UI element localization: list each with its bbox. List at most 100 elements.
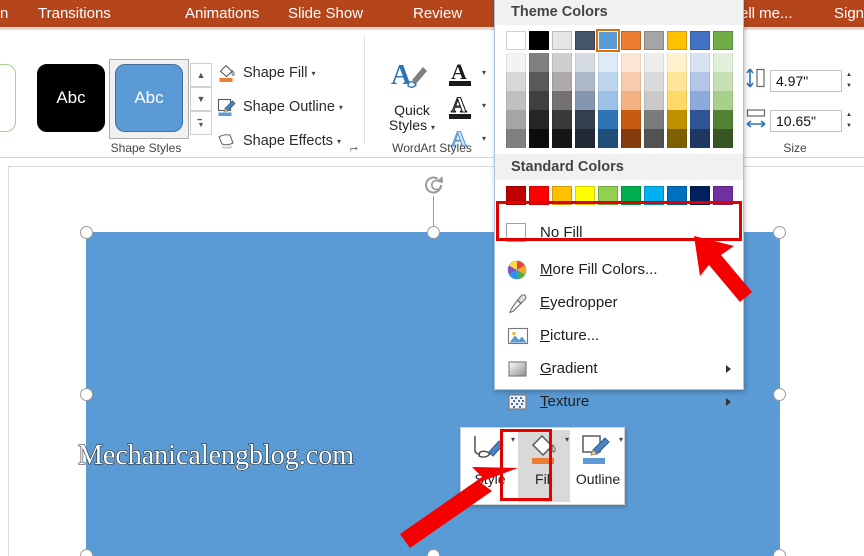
- theme-color-light-gray[interactable]: [552, 31, 572, 50]
- theme-variant-3-2[interactable]: [575, 91, 595, 110]
- chevron-down-icon[interactable]: ▾: [337, 137, 341, 146]
- chevron-down-icon[interactable]: ▾: [339, 103, 343, 112]
- theme-variant-7-4[interactable]: [667, 129, 687, 148]
- resize-handle-bottom-center[interactable]: [427, 549, 440, 556]
- theme-variant-6-1[interactable]: [644, 72, 664, 91]
- theme-variant-0-0[interactable]: [506, 53, 526, 72]
- standard-color-blue[interactable]: [667, 186, 687, 205]
- theme-variant-1-0[interactable]: [529, 53, 549, 72]
- theme-variant-9-2[interactable]: [713, 91, 733, 110]
- shape-style-thumb-1[interactable]: [0, 64, 16, 132]
- gallery-more-button[interactable]: ━ ▼: [190, 111, 212, 135]
- theme-color-white[interactable]: [506, 31, 526, 50]
- standard-color-dark-blue[interactable]: [690, 186, 710, 205]
- chevron-down-icon[interactable]: ▾: [619, 435, 623, 444]
- theme-color-orange[interactable]: [621, 31, 641, 50]
- theme-variant-6-0[interactable]: [644, 53, 664, 72]
- wordart-quick-styles-button[interactable]: A Quick Styles ▾: [382, 58, 442, 142]
- theme-color-green[interactable]: [713, 31, 733, 50]
- theme-variant-9-3[interactable]: [713, 110, 733, 129]
- theme-variant-9-4[interactable]: [713, 129, 733, 148]
- spin-up-icon[interactable]: ▲: [846, 112, 852, 118]
- standard-color-purple[interactable]: [713, 186, 733, 205]
- submenu-arrow-icon[interactable]: [726, 364, 731, 373]
- resize-handle-middle-left[interactable]: [80, 388, 93, 401]
- shape-width-input[interactable]: [770, 109, 842, 132]
- eyedropper-menu-item[interactable]: Eyedropper: [495, 286, 743, 319]
- text-fill-button[interactable]: A ▾: [448, 58, 486, 93]
- mini-style-button[interactable]: Style ▾: [464, 430, 516, 502]
- chevron-down-icon[interactable]: ▾: [482, 68, 486, 77]
- theme-variant-6-4[interactable]: [644, 129, 664, 148]
- theme-variant-2-0[interactable]: [552, 53, 572, 72]
- standard-color-dark-red[interactable]: [506, 186, 526, 205]
- resize-handle-top-left[interactable]: [80, 226, 93, 239]
- theme-color-blue[interactable]: [596, 29, 620, 52]
- theme-variant-0-1[interactable]: [506, 72, 526, 91]
- gallery-scroll-up-button[interactable]: ▲: [190, 63, 212, 87]
- theme-color-gray[interactable]: [644, 31, 664, 50]
- tab-design[interactable]: n: [0, 0, 16, 27]
- shape-height-spinner[interactable]: ▲ ▼: [842, 70, 856, 92]
- standard-color-light-green[interactable]: [598, 186, 618, 205]
- mini-outline-button[interactable]: Outline ▾: [572, 430, 624, 502]
- theme-variant-1-4[interactable]: [529, 129, 549, 148]
- picture-menu-item[interactable]: Picture...: [495, 319, 743, 352]
- theme-color-accent-blue[interactable]: [690, 31, 710, 50]
- shape-style-thumb-2[interactable]: Abc: [37, 64, 105, 132]
- theme-variant-8-1[interactable]: [690, 72, 710, 91]
- resize-handle-top-right[interactable]: [773, 226, 786, 239]
- theme-color-dark-slate[interactable]: [575, 31, 595, 50]
- theme-variant-7-0[interactable]: [667, 53, 687, 72]
- theme-variant-2-2[interactable]: [552, 91, 572, 110]
- rotate-icon[interactable]: [421, 172, 447, 198]
- submenu-arrow-icon[interactable]: [726, 397, 731, 406]
- spin-up-icon[interactable]: ▲: [846, 72, 852, 78]
- theme-variant-5-4[interactable]: [621, 129, 641, 148]
- sign-in-button[interactable]: Sign: [834, 0, 864, 27]
- theme-variant-3-3[interactable]: [575, 110, 595, 129]
- tab-animations[interactable]: Animations: [185, 0, 259, 27]
- tab-transitions[interactable]: Transitions: [38, 0, 111, 27]
- theme-variant-0-4[interactable]: [506, 129, 526, 148]
- theme-variant-6-2[interactable]: [644, 91, 664, 110]
- standard-color-red[interactable]: [529, 186, 549, 205]
- shape-effects-button[interactable]: Shape Effects ▾: [216, 131, 341, 151]
- shape-styles-dialog-launcher[interactable]: ⮣: [350, 143, 358, 154]
- theme-variant-2-4[interactable]: [552, 129, 572, 148]
- theme-variant-4-2[interactable]: [598, 91, 618, 110]
- standard-color-light-blue[interactable]: [644, 186, 664, 205]
- theme-variant-3-0[interactable]: [575, 53, 595, 72]
- chevron-down-icon[interactable]: ▾: [511, 435, 515, 444]
- no-fill-menu-item[interactable]: No Fill: [495, 217, 743, 247]
- shape-width-spinner[interactable]: ▲ ▼: [842, 110, 856, 132]
- theme-variant-3-1[interactable]: [575, 72, 595, 91]
- theme-variant-7-2[interactable]: [667, 91, 687, 110]
- theme-variant-4-0[interactable]: [598, 53, 618, 72]
- resize-handle-middle-right[interactable]: [773, 388, 786, 401]
- theme-variant-5-0[interactable]: [621, 53, 641, 72]
- theme-variant-8-3[interactable]: [690, 110, 710, 129]
- gallery-scroll-down-button[interactable]: ▼: [190, 87, 212, 111]
- tab-review[interactable]: Review: [413, 0, 462, 27]
- mini-fill-button[interactable]: Fill ▾: [518, 430, 570, 502]
- standard-color-green[interactable]: [621, 186, 641, 205]
- shape-height-input[interactable]: [770, 69, 842, 92]
- text-outline-button[interactable]: A ▾: [448, 91, 486, 126]
- theme-variant-0-2[interactable]: [506, 91, 526, 110]
- gradient-menu-item[interactable]: Gradient: [495, 352, 743, 385]
- chevron-down-icon[interactable]: ▾: [482, 101, 486, 110]
- theme-variant-1-1[interactable]: [529, 72, 549, 91]
- theme-variant-5-3[interactable]: [621, 110, 641, 129]
- theme-variant-7-1[interactable]: [667, 72, 687, 91]
- theme-variant-8-2[interactable]: [690, 91, 710, 110]
- theme-variant-1-3[interactable]: [529, 110, 549, 129]
- theme-variant-4-3[interactable]: [598, 110, 618, 129]
- chevron-down-icon[interactable]: ▾: [431, 123, 435, 132]
- theme-color-black[interactable]: [529, 31, 549, 50]
- chevron-down-icon[interactable]: ▾: [311, 69, 315, 78]
- theme-variant-2-3[interactable]: [552, 110, 572, 129]
- standard-color-yellow[interactable]: [575, 186, 595, 205]
- theme-variant-5-1[interactable]: [621, 72, 641, 91]
- shape-fill-button[interactable]: Shape Fill ▾: [216, 63, 316, 83]
